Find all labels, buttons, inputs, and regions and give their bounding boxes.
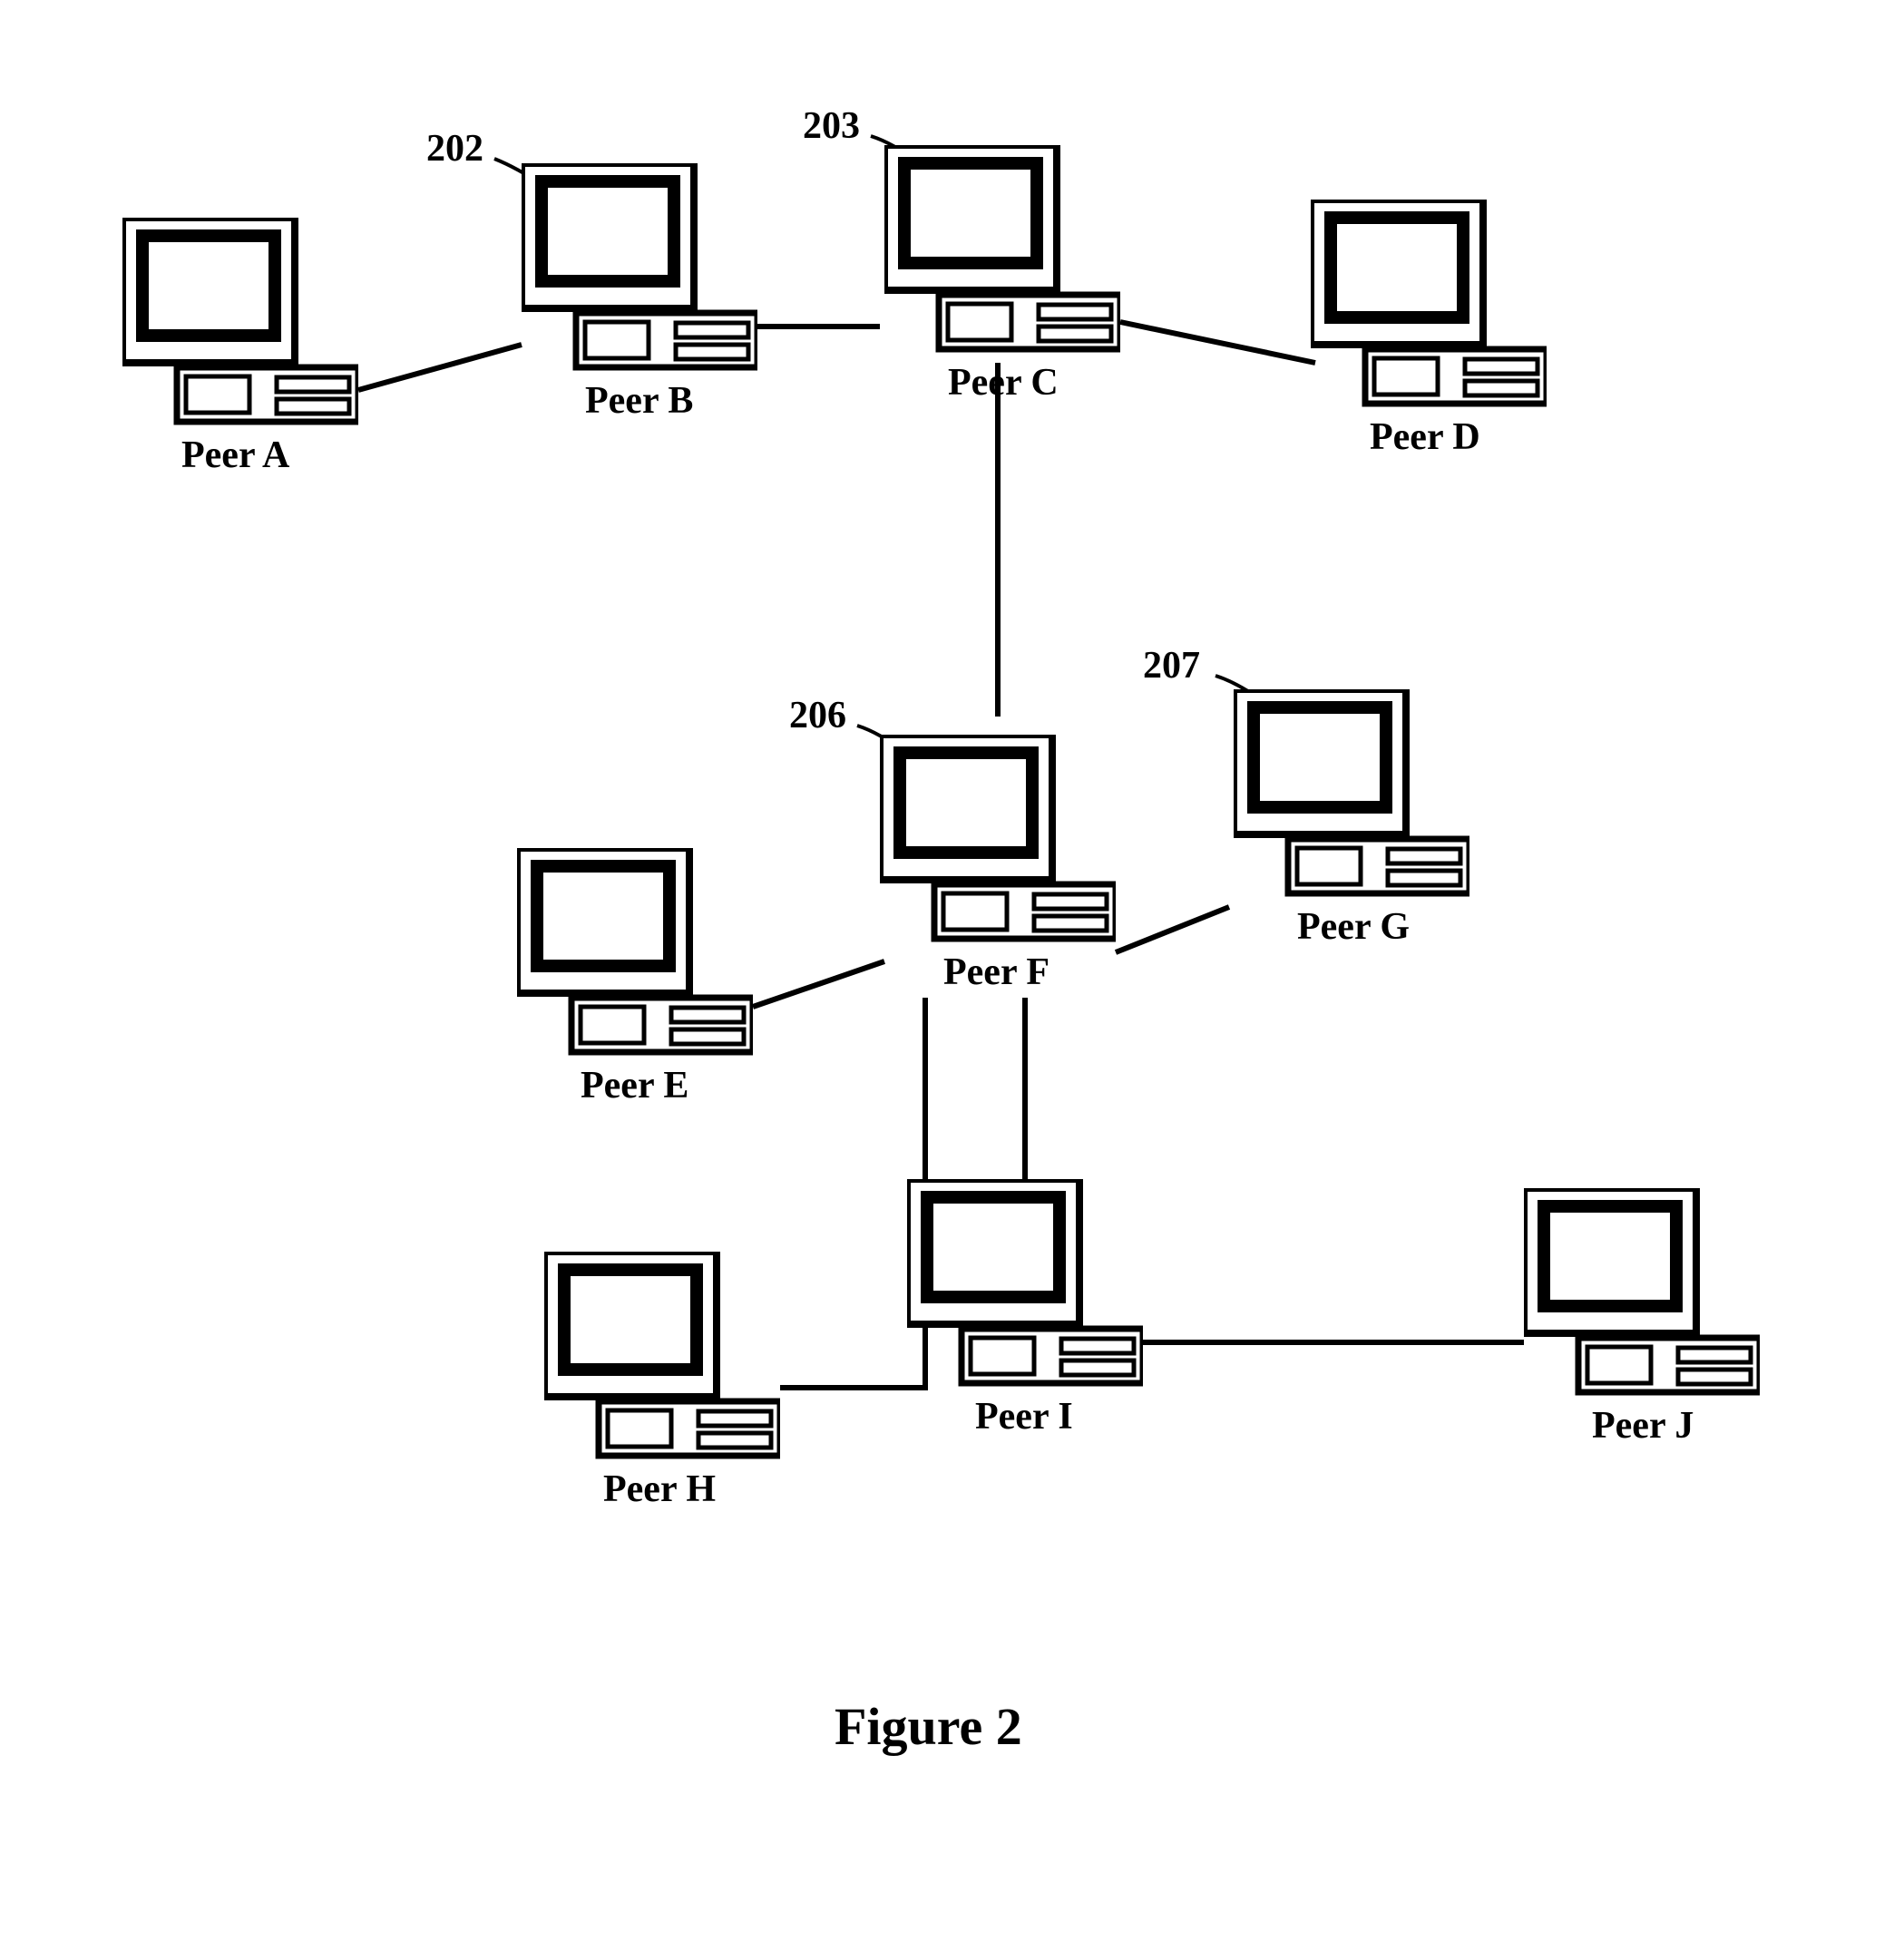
peer-a-icon <box>122 218 358 426</box>
peer-e-label: Peer E <box>581 1064 688 1107</box>
peer-h-icon <box>544 1252 780 1460</box>
figure-caption: Figure 2 <box>835 1696 1022 1757</box>
peer-c-label: Peer C <box>948 361 1059 405</box>
peer-c-icon <box>884 145 1120 354</box>
ref-206: 206 <box>789 694 846 737</box>
peer-f-icon <box>880 735 1116 943</box>
peer-d-icon <box>1311 200 1547 408</box>
peer-j-label: Peer J <box>1592 1404 1694 1448</box>
peer-j-icon <box>1524 1188 1760 1397</box>
peer-f-label: Peer F <box>943 951 1050 994</box>
peer-h-label: Peer H <box>603 1468 716 1511</box>
peer-i-label: Peer I <box>975 1395 1073 1438</box>
peer-b-icon <box>522 163 757 372</box>
ref-207: 207 <box>1143 644 1200 687</box>
ref-203: 203 <box>803 104 860 148</box>
peer-g-label: Peer G <box>1297 905 1410 949</box>
peer-a-label: Peer A <box>181 434 289 477</box>
ref-202: 202 <box>426 127 483 171</box>
peer-e-icon <box>517 848 753 1057</box>
diagram-canvas: Peer A Peer B 202 Peer C 203 Peer D Peer… <box>0 0 1894 1960</box>
peer-i-icon <box>907 1179 1143 1388</box>
peer-b-label: Peer B <box>585 379 693 423</box>
peer-g-icon <box>1234 689 1469 898</box>
peer-d-label: Peer D <box>1370 415 1480 459</box>
